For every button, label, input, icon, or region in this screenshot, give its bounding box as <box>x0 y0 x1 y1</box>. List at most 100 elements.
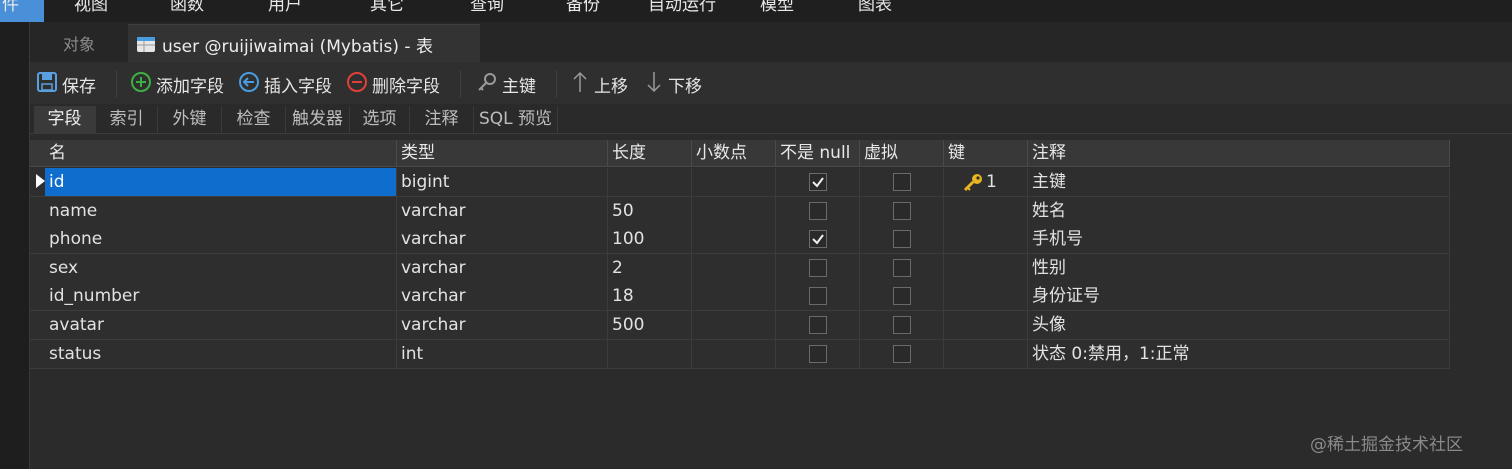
menu-item-chart[interactable]: 图表 <box>858 0 892 16</box>
cell-key[interactable] <box>944 196 1028 225</box>
subtab-comment[interactable]: 注释 <box>410 106 474 134</box>
menu-item-view[interactable]: 视图 <box>74 0 108 16</box>
cell-comment[interactable]: 主键 <box>1028 168 1450 196</box>
cell-decimals[interactable] <box>692 168 776 196</box>
cell-length[interactable]: 2 <box>608 253 692 282</box>
virtual-checkbox[interactable] <box>893 258 911 277</box>
cell-comment[interactable]: 手机号 <box>1028 225 1450 254</box>
tab-objects[interactable]: 对象 <box>30 30 128 60</box>
cell-not-null[interactable] <box>776 168 860 196</box>
menu-item-others[interactable]: 其它 <box>370 0 404 16</box>
not-null-checkbox[interactable] <box>809 230 827 249</box>
cell-decimals[interactable] <box>692 282 776 311</box>
column-header-virtual[interactable]: 虚拟 <box>860 140 944 167</box>
cell-name[interactable]: phone <box>45 225 397 254</box>
table-row[interactable]: avatar varchar 500 头像 <box>30 311 1450 340</box>
cell-virtual[interactable] <box>860 339 944 368</box>
column-header-length[interactable]: 长度 <box>608 140 692 167</box>
cell-key[interactable]: 1 <box>944 168 1028 196</box>
cell-name[interactable]: id_number <box>45 282 397 311</box>
cell-name[interactable]: sex <box>45 253 397 282</box>
not-null-checkbox[interactable] <box>809 173 827 191</box>
cell-not-null[interactable] <box>776 339 860 368</box>
subtab-foreign-keys[interactable]: 外键 <box>158 106 222 134</box>
cell-name[interactable]: status <box>45 339 397 368</box>
virtual-checkbox[interactable] <box>893 201 911 220</box>
cell-name[interactable]: avatar <box>45 311 397 339</box>
primary-key-button[interactable]: 主键 <box>476 72 536 97</box>
add-field-button[interactable]: 添加字段 <box>130 71 224 97</box>
cell-comment[interactable]: 身份证号 <box>1028 282 1450 311</box>
cell-length[interactable]: 50 <box>608 196 692 225</box>
subtab-sql-preview[interactable]: SQL 预览 <box>474 106 558 134</box>
cell-comment[interactable]: 性别 <box>1028 253 1450 282</box>
subtab-indexes[interactable]: 索引 <box>96 106 158 134</box>
cell-key[interactable] <box>944 311 1028 339</box>
cell-type[interactable]: varchar <box>397 196 608 225</box>
cell-not-null[interactable] <box>776 311 860 339</box>
column-header-comment[interactable]: 注释 <box>1028 140 1450 167</box>
cell-comment[interactable]: 姓名 <box>1028 196 1450 225</box>
cell-length[interactable] <box>608 168 692 196</box>
save-button[interactable]: 保存 <box>36 71 96 97</box>
table-row[interactable]: name varchar 50 姓名 <box>30 196 1450 226</box>
move-up-button[interactable]: 上移 <box>570 71 628 97</box>
column-header-name[interactable]: 名 <box>45 140 397 167</box>
cell-not-null[interactable] <box>776 282 860 311</box>
column-header-key[interactable]: 键 <box>944 140 1028 167</box>
cell-comment[interactable]: 头像 <box>1028 311 1450 339</box>
cell-virtual[interactable] <box>860 311 944 339</box>
cell-name[interactable]: name <box>45 196 397 225</box>
subtab-triggers[interactable]: 触发器 <box>286 106 350 134</box>
cell-length[interactable]: 18 <box>608 282 692 311</box>
insert-field-button[interactable]: 插入字段 <box>238 71 332 97</box>
menu-item-backup[interactable]: 备份 <box>566 0 600 16</box>
cell-type[interactable]: varchar <box>397 311 608 339</box>
cell-virtual[interactable] <box>860 225 944 254</box>
cell-key[interactable] <box>944 339 1028 368</box>
cell-type[interactable]: varchar <box>397 253 608 282</box>
column-header-decimals[interactable]: 小数点 <box>692 140 776 167</box>
virtual-checkbox[interactable] <box>893 230 911 249</box>
cell-decimals[interactable] <box>692 311 776 339</box>
menu-item-model[interactable]: 模型 <box>760 0 794 16</box>
table-row[interactable]: sex varchar 2 性别 <box>30 253 1450 283</box>
cell-type[interactable]: varchar <box>397 225 608 254</box>
cell-length[interactable]: 100 <box>608 225 692 254</box>
cell-name[interactable]: id <box>45 168 397 196</box>
not-null-checkbox[interactable] <box>809 316 827 334</box>
cell-length[interactable]: 500 <box>608 311 692 339</box>
table-row[interactable]: id bigint 1 主键 <box>30 168 1450 197</box>
column-header-not-null[interactable]: 不是 null <box>776 140 860 167</box>
not-null-checkbox[interactable] <box>809 258 827 277</box>
cell-type[interactable]: int <box>397 339 608 368</box>
virtual-checkbox[interactable] <box>893 287 911 306</box>
cell-decimals[interactable] <box>692 339 776 368</box>
cell-not-null[interactable] <box>776 225 860 254</box>
tab-table-design[interactable]: user @ruijiwaimai (Mybatis) - 表 <box>128 24 480 62</box>
table-row[interactable]: id_number varchar 18 身份证号 <box>30 282 1450 312</box>
virtual-checkbox[interactable] <box>893 316 911 334</box>
cell-decimals[interactable] <box>692 196 776 225</box>
subtab-checks[interactable]: 检查 <box>222 106 286 134</box>
virtual-checkbox[interactable] <box>893 173 911 191</box>
cell-comment[interactable]: 状态 0:禁用，1:正常 <box>1028 339 1450 368</box>
menu-item-query[interactable]: 查询 <box>470 0 504 16</box>
move-down-button[interactable]: 下移 <box>644 71 702 97</box>
virtual-checkbox[interactable] <box>893 344 911 363</box>
cell-key[interactable] <box>944 253 1028 282</box>
cell-virtual[interactable] <box>860 196 944 225</box>
cell-length[interactable] <box>608 339 692 368</box>
subtab-options[interactable]: 选项 <box>350 106 410 134</box>
cell-key[interactable] <box>944 282 1028 311</box>
column-header-type[interactable]: 类型 <box>397 140 608 167</box>
cell-not-null[interactable] <box>776 253 860 282</box>
menu-item-users[interactable]: 用户 <box>268 0 302 16</box>
cell-virtual[interactable] <box>860 168 944 196</box>
not-null-checkbox[interactable] <box>809 344 827 363</box>
cell-decimals[interactable] <box>692 253 776 282</box>
table-row[interactable]: status int 状态 0:禁用，1:正常 <box>30 339 1450 369</box>
menu-item-automation[interactable]: 自动运行 <box>648 0 716 16</box>
cell-decimals[interactable] <box>692 225 776 254</box>
cell-type[interactable]: bigint <box>397 168 608 196</box>
